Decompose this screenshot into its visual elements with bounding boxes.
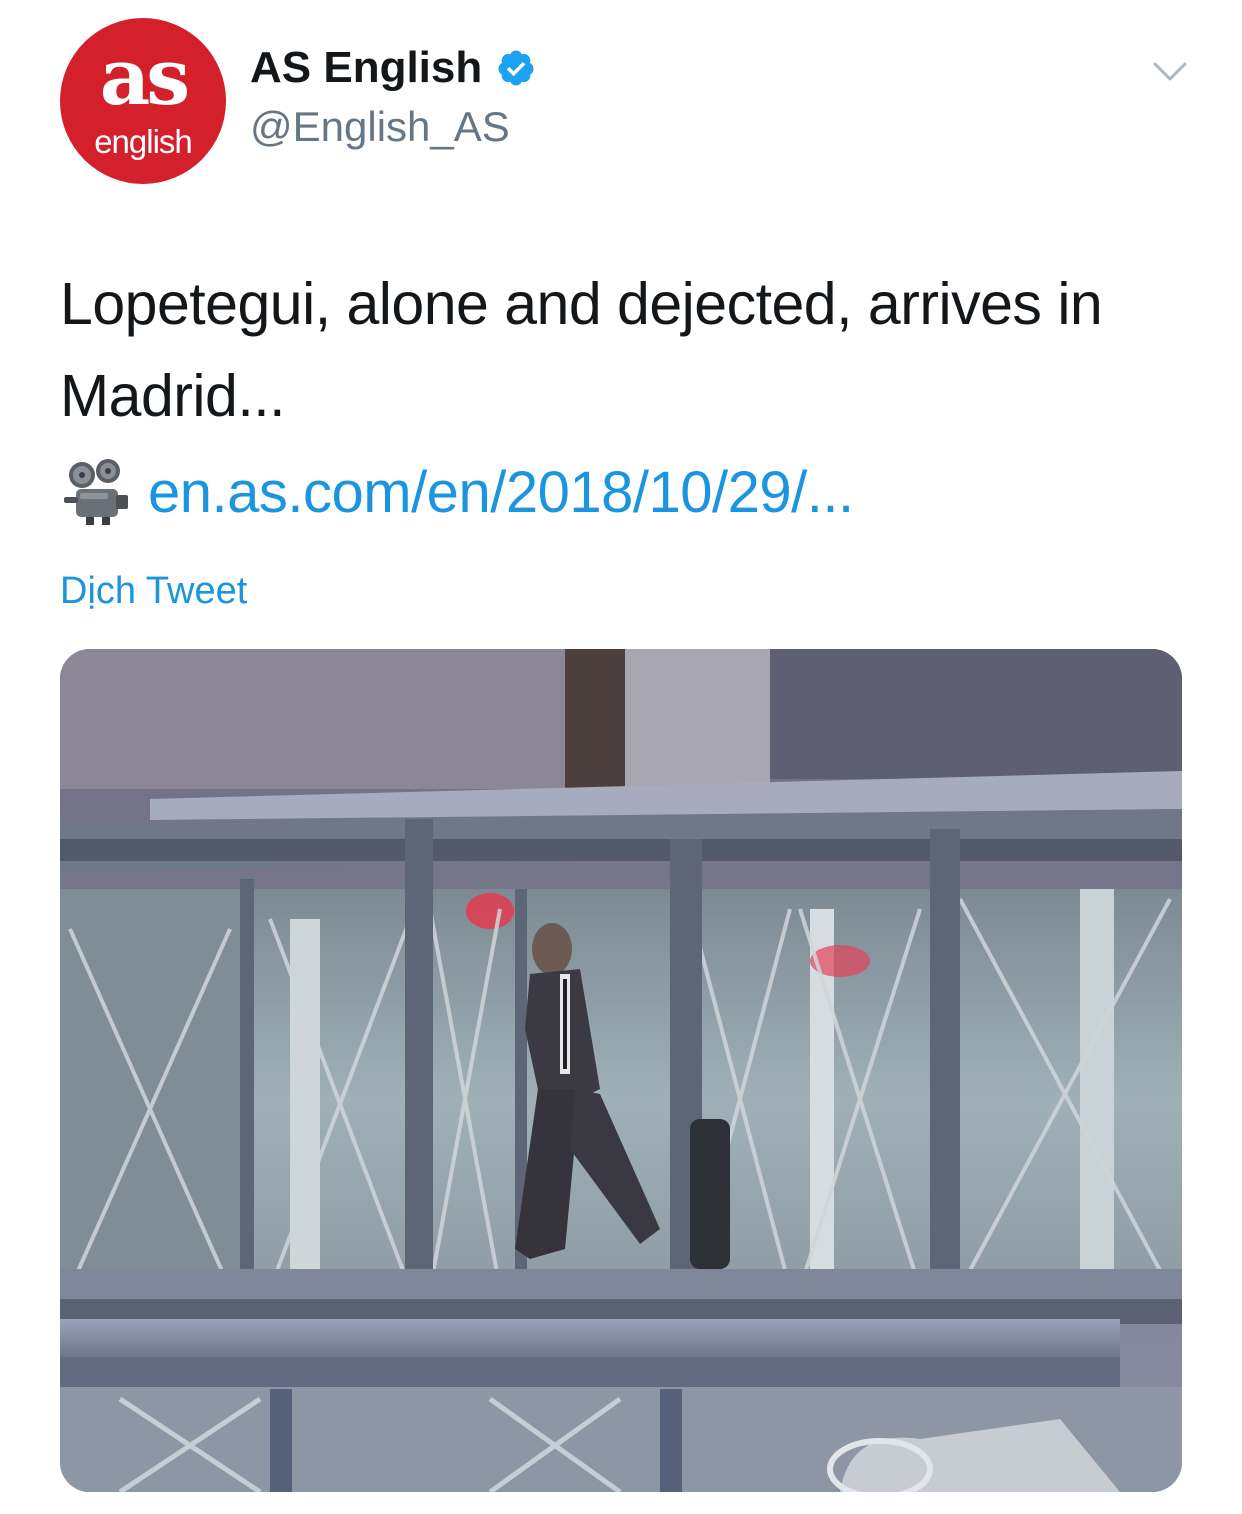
tweet-link[interactable]: en.as.com/en/2018/10/29/... <box>148 453 854 533</box>
film-projector-icon <box>64 459 128 525</box>
author-handle[interactable]: @English_AS <box>250 102 510 152</box>
tweet-header: as english AS English @English_AS <box>0 0 1242 200</box>
chevron-down-icon[interactable] <box>1152 60 1188 84</box>
translate-tweet-link[interactable]: Dịch Tweet <box>60 566 247 616</box>
avatar[interactable]: as english <box>60 18 226 184</box>
verified-badge-icon <box>498 50 534 86</box>
avatar-logo-subtext: english <box>94 123 193 160</box>
avatar-logo-text: as <box>99 32 190 123</box>
tweet-photo[interactable] <box>60 649 1182 1492</box>
author-display-name[interactable]: AS English <box>250 42 482 94</box>
photo-jet-bridge-walkway <box>60 649 1182 1492</box>
author-name-row[interactable]: AS English <box>250 42 536 94</box>
tweet-link-row: en.as.com/en/2018/10/29/... <box>60 448 854 538</box>
tweet-text: Lopetegui, alone and dejected, arrives i… <box>60 271 1103 429</box>
